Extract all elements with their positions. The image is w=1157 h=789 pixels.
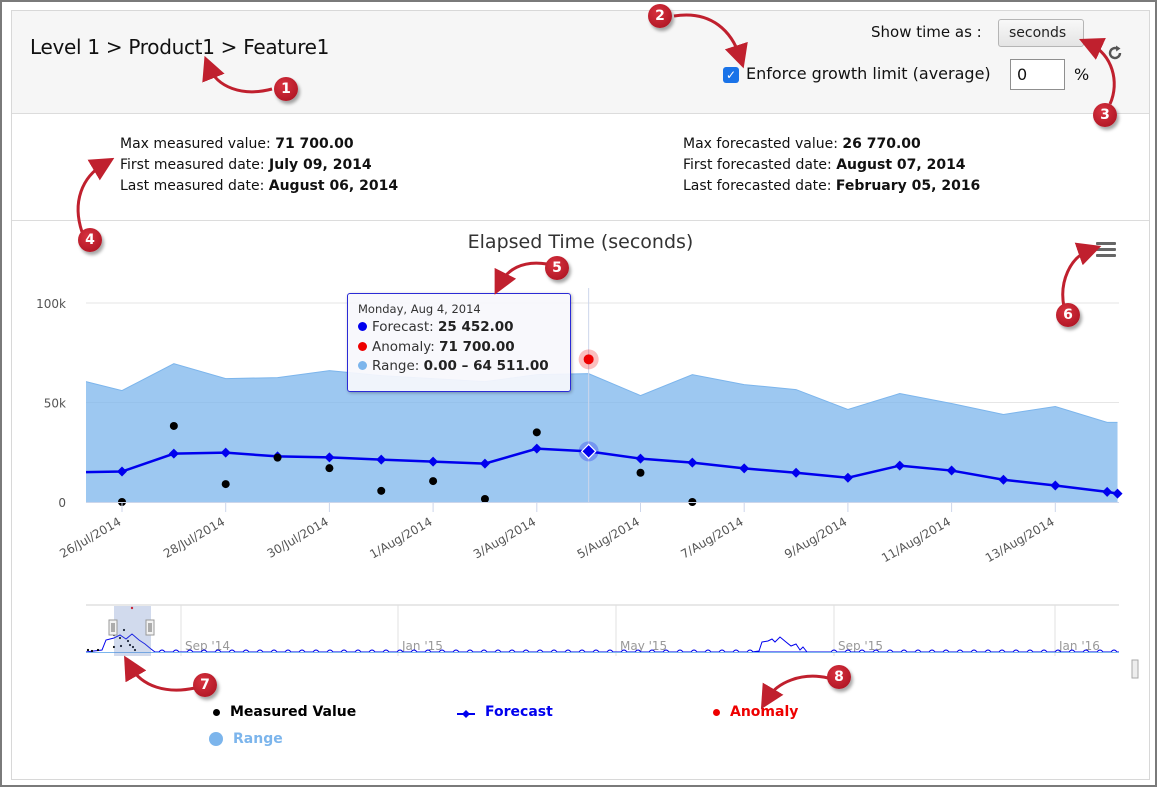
navigator-label: Jan '16 [1058, 639, 1100, 653]
x-tick-label: 30/Jul/2014 [265, 514, 331, 560]
navigator-measured-point [90, 649, 94, 653]
tooltip-row-anomaly: Anomaly: 71 700.00 [358, 338, 560, 358]
x-tick-label: 28/Jul/2014 [161, 514, 227, 560]
navigator-measured-point [96, 648, 100, 652]
chart-legend: Measured Value Forecast Anomaly Range [2, 702, 1155, 762]
measured-point[interactable] [273, 453, 282, 462]
measured-point[interactable] [429, 477, 438, 486]
x-tick-label: 7/Aug/2014 [678, 514, 745, 561]
annotation-badge-7: 7 [193, 673, 217, 697]
x-tick-label: 11/Aug/2014 [879, 514, 953, 565]
y-tick-label: 50k [44, 397, 66, 411]
annotation-badge-8: 8 [827, 665, 851, 689]
annotation-badge-3: 3 [1093, 103, 1117, 127]
annotation-badge-5: 5 [545, 256, 569, 280]
x-tick-label: 5/Aug/2014 [575, 514, 642, 561]
measured-dot-icon [213, 708, 220, 716]
navigator-selection[interactable] [114, 606, 151, 656]
navigator-forecast-line [85, 633, 1119, 653]
anomaly-point[interactable] [583, 354, 594, 365]
measured-point[interactable] [325, 464, 334, 473]
annotation-badge-4: 4 [78, 228, 102, 252]
measured-point[interactable] [377, 486, 386, 495]
navigator-forecast-bump [751, 636, 808, 653]
navigator-label: Jan '15 [401, 639, 443, 653]
navigator-measured-point [86, 648, 90, 652]
range-dot-icon [209, 732, 223, 746]
y-tick-label: 100k [36, 297, 66, 311]
navigator-handle-left[interactable] [108, 619, 118, 636]
range-area [86, 363, 1118, 502]
x-tick-label: 1/Aug/2014 [367, 514, 434, 561]
tooltip-date: Monday, Aug 4, 2014 [358, 302, 481, 316]
window-frame: Level 1 > Product1 > Feature1 Show time … [0, 0, 1157, 787]
main-chart[interactable]: 0 50k 100k 26/Jul/2014 28/Jul/2014 30/Jul/201… [2, 2, 1157, 602]
anomaly-dot-icon [358, 341, 367, 351]
forecast-dot-icon [358, 322, 367, 331]
range-dot-icon [358, 361, 367, 370]
measured-point[interactable] [480, 495, 489, 504]
tooltip-row-range: Range: 0.00 – 64 511.00 [358, 357, 560, 377]
x-tick-label: 9/Aug/2014 [782, 514, 849, 561]
legend-item-anomaly[interactable]: Anomaly [713, 704, 798, 720]
tooltip-row-forecast: Forecast: 25 452.00 [358, 318, 560, 338]
measured-point[interactable] [532, 428, 541, 437]
navigator-scrollbar-handle[interactable] [1131, 659, 1139, 679]
x-tick-label: 26/Jul/2014 [57, 514, 123, 560]
legend-item-measured[interactable]: Measured Value [213, 704, 356, 720]
annotation-badge-1: 1 [274, 77, 298, 101]
measured-point[interactable] [636, 468, 645, 477]
navigator-label: May '15 [620, 639, 667, 653]
measured-point[interactable] [221, 480, 230, 489]
anomaly-dot-icon [713, 708, 720, 716]
legend-item-forecast[interactable]: Forecast [457, 704, 553, 720]
measured-point[interactable] [169, 421, 178, 430]
annotation-badge-2: 2 [648, 4, 672, 28]
x-tick-label: 13/Aug/2014 [983, 514, 1057, 565]
legend-item-range[interactable]: Range [209, 731, 283, 747]
annotation-badge-6: 6 [1056, 303, 1080, 327]
y-tick-label: 0 [58, 496, 66, 510]
forecast-line-icon [457, 707, 475, 718]
x-tick-label: 3/Aug/2014 [471, 514, 538, 561]
navigator[interactable]: Sep '14 Jan '15 May '15 Sep '15 Jan '16 [2, 600, 1157, 690]
chart-tooltip: Monday, Aug 4, 2014 Forecast: 25 452.00 … [347, 293, 571, 392]
navigator-handle-right[interactable] [145, 619, 155, 636]
